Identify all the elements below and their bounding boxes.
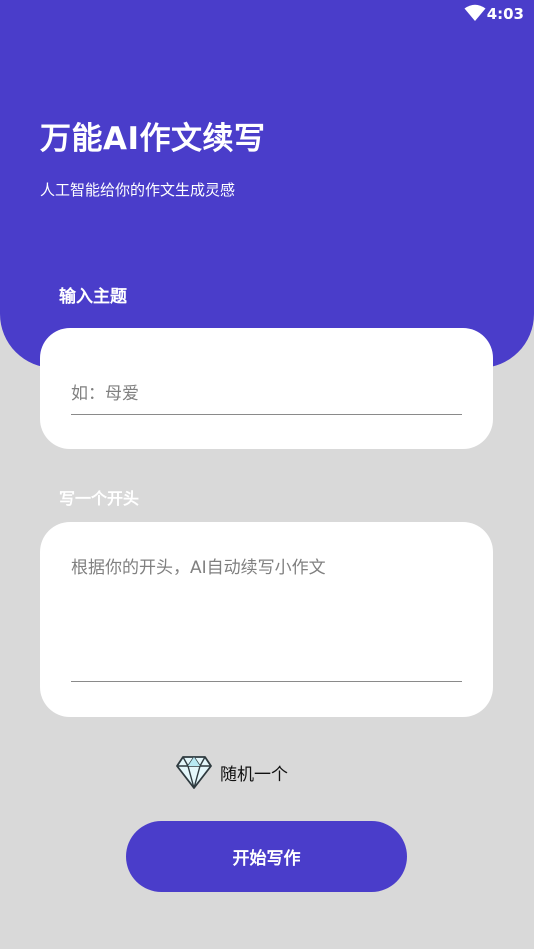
wifi-icon (464, 4, 486, 21)
header-banner: 4:03 万能AI作文续写 人工智能给你的作文生成灵感 输入主题 (0, 0, 534, 368)
opening-card (40, 522, 493, 717)
topic-card (40, 328, 493, 449)
page-title: 万能AI作文续写 (40, 121, 266, 157)
status-bar: 4:03 (0, 0, 534, 30)
start-writing-button[interactable]: 开始写作 (126, 821, 407, 892)
diamond-icon (176, 756, 212, 789)
opening-textarea[interactable] (71, 556, 462, 682)
page-subtitle: 人工智能给你的作文生成灵感 (40, 181, 236, 199)
status-time: 4:03 (486, 5, 524, 23)
topic-label: 输入主题 (59, 287, 127, 307)
random-topic-label: 随机一个 (220, 764, 288, 785)
random-topic-button[interactable]: 随机一个 (175, 754, 288, 790)
topic-input[interactable] (71, 368, 462, 415)
opening-label: 写一个开头 (59, 489, 140, 508)
